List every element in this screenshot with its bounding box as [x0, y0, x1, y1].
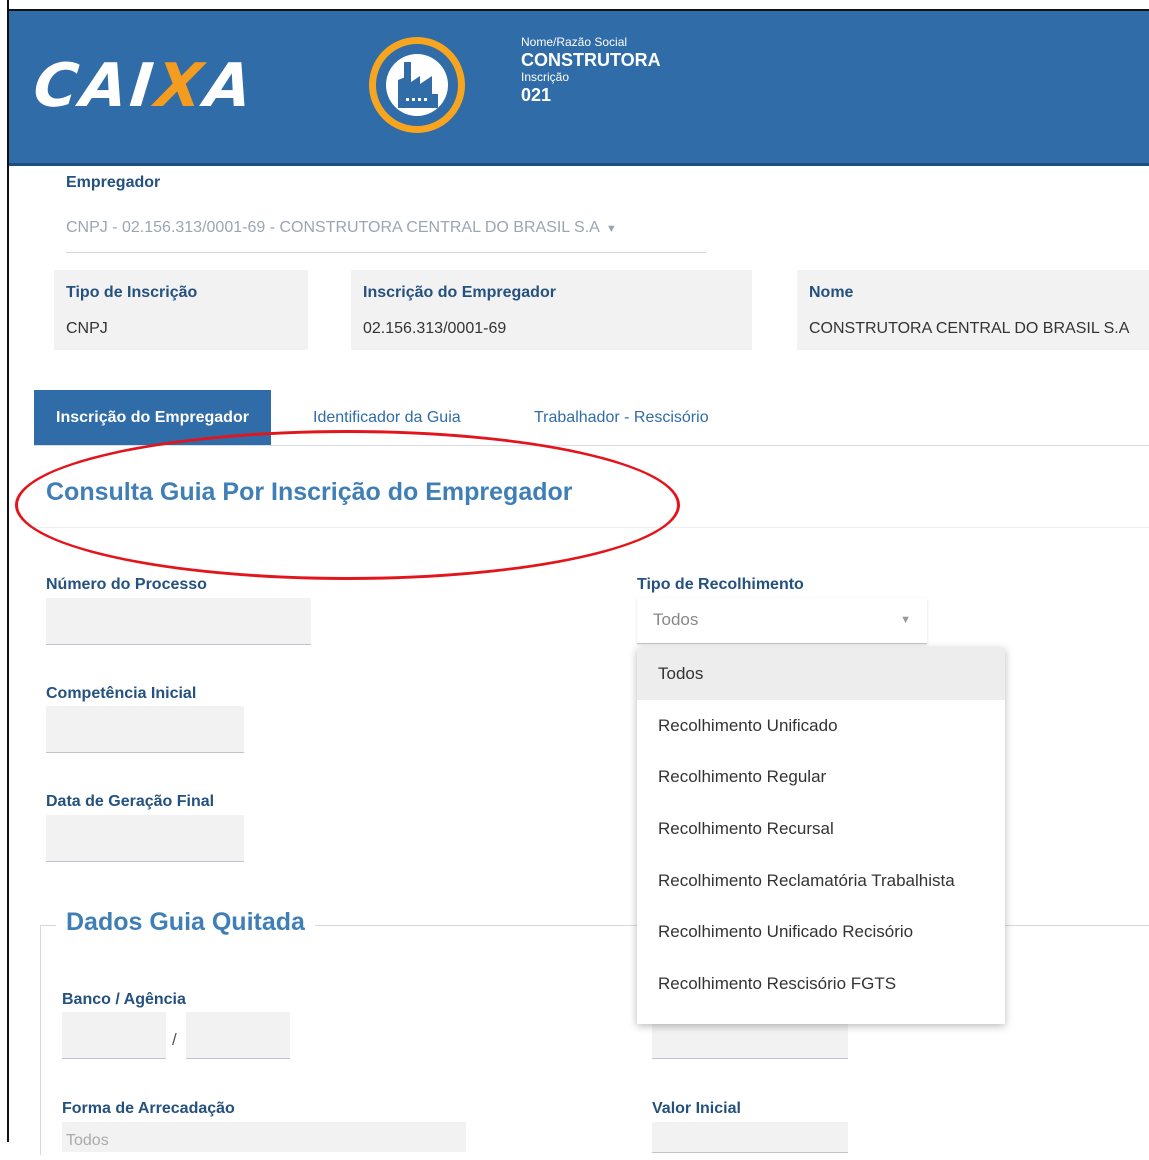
- window-frame-top: [0, 0, 1149, 9]
- forma-arrecadacao-label: Forma de Arrecadação: [62, 1100, 235, 1117]
- dropdown-option-regular[interactable]: Recolhimento Regular: [637, 751, 1005, 803]
- numero-processo-input[interactable]: [46, 598, 311, 645]
- tabs-divider: [34, 445, 1149, 446]
- banco-input[interactable]: [62, 1012, 166, 1059]
- dropdown-option-rescisorio-fgts[interactable]: Recolhimento Rescisório FGTS: [637, 958, 1005, 1010]
- header-divider: [9, 163, 1149, 166]
- dropdown-option-todos[interactable]: Todos: [637, 648, 1005, 700]
- empregador-selected-value: CNPJ - 02.156.313/0001-69 - CONSTRUTORA …: [66, 219, 600, 236]
- info-inscricao-empregador: Inscrição do Empregador 02.156.313/0001-…: [351, 270, 752, 350]
- info-label: Inscrição do Empregador: [363, 284, 556, 301]
- page-title: Consulta Guia Por Inscrição do Empregado…: [46, 478, 573, 506]
- inscricao-label: Inscrição: [521, 70, 570, 84]
- dropdown-option-unificado-recisorio[interactable]: Recolhimento Unificado Recisório: [637, 906, 1005, 958]
- tab-trabalhador-rescisorio[interactable]: Trabalhador - Rescisório: [534, 390, 709, 445]
- tipo-recolhimento-select[interactable]: Todos ▼: [637, 598, 927, 644]
- info-label: Tipo de Inscrição: [66, 284, 198, 301]
- factory-icon: [369, 37, 465, 133]
- name-label: Nome/Razão Social: [521, 35, 628, 49]
- window-frame-left: [0, 0, 9, 1142]
- valor-inicial-label: Valor Inicial: [652, 1100, 741, 1117]
- tab-identificador-guia[interactable]: Identificador da Guia: [313, 390, 461, 445]
- competencia-inicial-input[interactable]: [46, 706, 244, 753]
- dados-guia-quitada-legend: Dados Guia Quitada: [56, 908, 315, 937]
- info-value: CNPJ: [66, 320, 108, 337]
- valor-inicial-input[interactable]: [652, 1122, 848, 1153]
- info-value: CONSTRUTORA CENTRAL DO BRASIL S.A: [809, 320, 1130, 337]
- tipo-selected-value: Todos: [653, 610, 699, 629]
- chevron-down-icon: ▼: [900, 614, 911, 626]
- data-geracao-final-label: Data de Geração Final: [46, 793, 215, 810]
- info-value: 02.156.313/0001-69: [363, 320, 507, 337]
- caixa-logo[interactable]: CAIXA: [30, 51, 258, 121]
- tab-inscricao-empregador[interactable]: Inscrição do Empregador: [34, 390, 271, 445]
- dropdown-option-reclamatoria[interactable]: Recolhimento Reclamatória Trabalhista: [637, 855, 1005, 907]
- dropdown-option-unificado[interactable]: Recolhimento Unificado: [637, 700, 1005, 752]
- info-nome: Nome CONSTRUTORA CENTRAL DO BRASIL S.A: [797, 270, 1149, 350]
- company-name: CONSTRUTORA: [521, 50, 661, 70]
- tipo-recolhimento-label: Tipo de Recolhimento: [637, 576, 804, 593]
- banco-agencia-separator: /: [172, 1030, 177, 1049]
- company-info: Nome/Razão Social CONSTRUTORA Inscrição …: [521, 35, 661, 105]
- forma-arrecadacao-value: Todos: [66, 1132, 109, 1149]
- numero-processo-label: Número do Processo: [46, 576, 207, 593]
- forma-arrecadacao-select[interactable]: Todos: [62, 1122, 466, 1152]
- empregador-select[interactable]: CNPJ - 02.156.313/0001-69 - CONSTRUTORA …: [66, 210, 706, 253]
- data-geracao-final-input[interactable]: [46, 815, 244, 862]
- competencia-inicial-label: Competência Inicial: [46, 685, 197, 702]
- title-divider: [30, 527, 1149, 528]
- info-tipo-inscricao: Tipo de Inscrição CNPJ: [54, 270, 308, 350]
- app-header: CAIXA Nome/Razão Social CONSTRUTORA Insc…: [9, 9, 1149, 166]
- info-label: Nome: [809, 284, 854, 301]
- banco-agencia-label: Banco / Agência: [62, 991, 186, 1008]
- chevron-down-icon: ▼: [605, 223, 617, 235]
- empregador-label: Empregador: [66, 174, 161, 191]
- inscricao-value: 021: [521, 85, 552, 105]
- agencia-input[interactable]: [186, 1012, 290, 1059]
- tipo-recolhimento-dropdown: Todos Recolhimento Unificado Recolhiment…: [637, 648, 1005, 1024]
- dropdown-option-recursal[interactable]: Recolhimento Recursal: [637, 803, 1005, 855]
